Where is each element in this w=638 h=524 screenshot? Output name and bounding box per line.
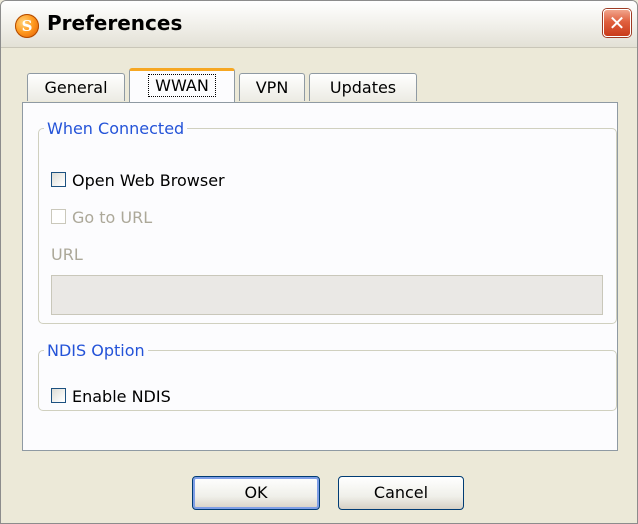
preferences-dialog: S Preferences ✕ General WWAN VPN Updates… — [0, 0, 638, 524]
title-bar[interactable]: S Preferences ✕ — [1, 1, 637, 48]
tab-wwan[interactable]: WWAN — [129, 68, 235, 102]
enable-ndis-option[interactable]: Enable NDIS — [51, 387, 171, 406]
open-web-browser-checkbox[interactable] — [51, 172, 66, 187]
wwan-tab-panel: When Connected Open Web Browser Go to UR… — [22, 102, 618, 451]
go-to-url-option: Go to URL — [51, 208, 152, 227]
ndis-option-group: NDIS Option Enable NDIS — [38, 341, 617, 411]
enable-ndis-checkbox[interactable] — [51, 388, 66, 403]
url-label: URL — [51, 245, 83, 264]
cancel-button[interactable]: Cancel — [338, 476, 464, 510]
window-title: Preferences — [47, 11, 183, 35]
ok-button[interactable]: OK — [192, 476, 320, 510]
tab-vpn[interactable]: VPN — [239, 73, 305, 101]
when-connected-legend: When Connected — [47, 119, 185, 138]
go-to-url-checkbox — [51, 209, 66, 224]
open-web-browser-option[interactable]: Open Web Browser — [51, 171, 225, 190]
close-icon: ✕ — [608, 11, 626, 35]
tab-updates[interactable]: Updates — [309, 73, 417, 101]
open-web-browser-label: Open Web Browser — [72, 171, 225, 190]
tab-wwan-label: WWAN — [148, 74, 216, 97]
close-button[interactable]: ✕ — [603, 9, 631, 37]
ndis-option-legend: NDIS Option — [47, 341, 145, 360]
url-input — [51, 275, 603, 315]
when-connected-group: When Connected Open Web Browser Go to UR… — [38, 119, 617, 324]
app-logo-icon: S — [15, 14, 39, 38]
go-to-url-label: Go to URL — [72, 208, 153, 227]
enable-ndis-label: Enable NDIS — [72, 387, 171, 406]
tab-general[interactable]: General — [27, 73, 125, 101]
